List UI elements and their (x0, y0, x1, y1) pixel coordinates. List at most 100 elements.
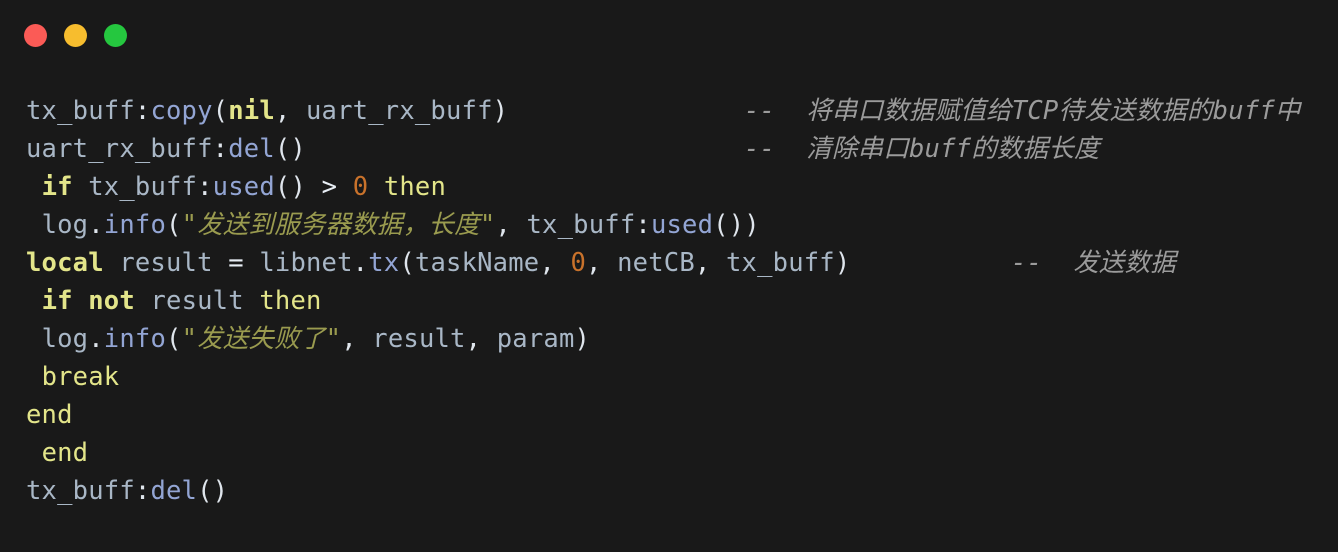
code-token-method: used (212, 172, 275, 202)
code-token-var: libnet (259, 248, 353, 278)
code-token-punct: . (88, 324, 104, 354)
code-token-punct: , (274, 96, 306, 126)
code-token-punct: : (134, 96, 151, 126)
code-token-var: result (150, 286, 244, 316)
window-controls (24, 23, 127, 47)
code-token-punct: , (495, 210, 527, 240)
code-token-var: result (372, 324, 466, 354)
maximize-window-button[interactable] (104, 23, 127, 47)
code-line-text: tx_buff:copy(nil, uart_rx_buff) (26, 96, 508, 126)
code-token-method: used (650, 210, 714, 240)
code-line-text: log.info("发送到服务器数据，长度", tx_buff:used()) (26, 210, 760, 240)
code-token-punct (368, 172, 384, 202)
code-token-var: result (119, 248, 213, 278)
code-line-text: if tx_buff:used() > 0 then (26, 172, 446, 202)
code-token-var: uart_rx_buff (26, 134, 213, 164)
code-token-punct: , (465, 324, 497, 354)
code-token-punct: , (694, 248, 726, 278)
code-line-text: log.info("发送失败了", result, param) (26, 324, 590, 354)
code-line[interactable]: end (26, 396, 1338, 434)
code-token-var: tx_buff (526, 210, 636, 240)
code-line[interactable]: local result = libnet.tx(taskName, 0, ne… (26, 244, 1338, 282)
code-token-punct: : (197, 172, 213, 202)
code-token-punct (244, 286, 260, 316)
code-line[interactable]: log.info("发送失败了", result, param) (26, 320, 1338, 358)
code-line[interactable]: tx_buff:copy(nil, uart_rx_buff) -- 将串口数据赋… (26, 92, 1338, 130)
code-token-kw2: end (41, 438, 89, 468)
code-token-punct: ( (212, 96, 229, 126)
code-editor-window: tx_buff:copy(nil, uart_rx_buff) -- 将串口数据赋… (0, 0, 1338, 552)
code-line-text: uart_rx_buff:del() (26, 134, 306, 164)
code-content[interactable]: tx_buff:copy(nil, uart_rx_buff) -- 将串口数据赋… (0, 92, 1338, 510)
code-line[interactable]: break (26, 358, 1338, 396)
code-line-text: if not result then (26, 286, 322, 316)
code-token-punct: ()) (713, 210, 760, 240)
code-token-kw2: break (41, 362, 120, 392)
code-token-punct (213, 248, 229, 278)
close-window-button[interactable] (24, 23, 47, 47)
code-token-num: 0 (352, 172, 369, 202)
code-token-punct: ( (166, 324, 182, 354)
code-token-punct: ) (492, 96, 509, 126)
code-line[interactable]: end (26, 434, 1338, 472)
code-token-var: taskName (414, 248, 540, 278)
code-line-text: break (26, 362, 120, 392)
code-line[interactable]: log.info("发送到服务器数据，长度", tx_buff:used()) (26, 206, 1338, 244)
code-token-punct: ) (574, 324, 591, 354)
code-token-kw2: end (26, 400, 73, 430)
code-token-kw: if (41, 172, 73, 202)
code-token-punct (104, 248, 120, 278)
code-token-punct: () (274, 134, 306, 164)
code-token-op: > (321, 172, 338, 202)
code-token-kw2: then (383, 172, 447, 202)
minimize-window-button[interactable] (64, 23, 87, 47)
code-line-text: end (26, 438, 88, 468)
code-token-str: "发送失败了" (181, 324, 342, 354)
code-token-punct: () (197, 476, 229, 506)
code-token-punct: ( (399, 248, 415, 278)
code-token-kw: local (26, 248, 104, 278)
code-token-method: info (103, 210, 167, 240)
window-titlebar (0, 0, 1338, 70)
code-token-punct: . (88, 210, 104, 240)
code-token-var: param (496, 324, 575, 354)
code-token-kw: not (88, 286, 135, 316)
code-line[interactable]: if not result then (26, 282, 1338, 320)
code-token-method: copy (150, 96, 213, 126)
code-token-method: tx (368, 248, 400, 278)
code-token-num: 0 (570, 248, 586, 278)
code-token-punct: , (586, 248, 618, 278)
code-token-op: = (228, 248, 244, 278)
code-token-punct: . (352, 248, 369, 278)
code-token-method: info (103, 324, 167, 354)
code-token-method: del (150, 476, 198, 506)
code-line[interactable]: if tx_buff:used() > 0 then (26, 168, 1338, 206)
code-line-text: local result = libnet.tx(taskName, 0, ne… (26, 248, 850, 278)
code-token-kw: if (41, 286, 73, 316)
code-token-var: tx_buff (88, 172, 198, 202)
code-token-var: uart_rx_buff (306, 96, 493, 126)
code-line[interactable]: uart_rx_buff:del() -- 清除串口buff的数据长度 (26, 130, 1338, 168)
code-comment: -- 发送数据 (1011, 248, 1177, 278)
code-line-text: end (26, 400, 73, 430)
code-token-kw2: then (259, 286, 322, 316)
code-token-var: log (41, 324, 89, 354)
code-token-punct: : (212, 134, 229, 164)
code-token-punct (135, 286, 151, 316)
code-token-kw: nil (228, 96, 275, 126)
code-token-punct: ( (166, 210, 182, 240)
code-token-punct (73, 286, 89, 316)
code-token-var: tx_buff (26, 96, 135, 126)
code-token-punct: ) (834, 248, 851, 278)
code-token-punct (337, 172, 353, 202)
code-line[interactable]: tx_buff:del() (26, 472, 1338, 510)
code-comment: -- 清除串口buff的数据长度 (744, 134, 1100, 164)
code-line-text: tx_buff:del() (26, 476, 228, 506)
code-token-punct: , (341, 324, 373, 354)
